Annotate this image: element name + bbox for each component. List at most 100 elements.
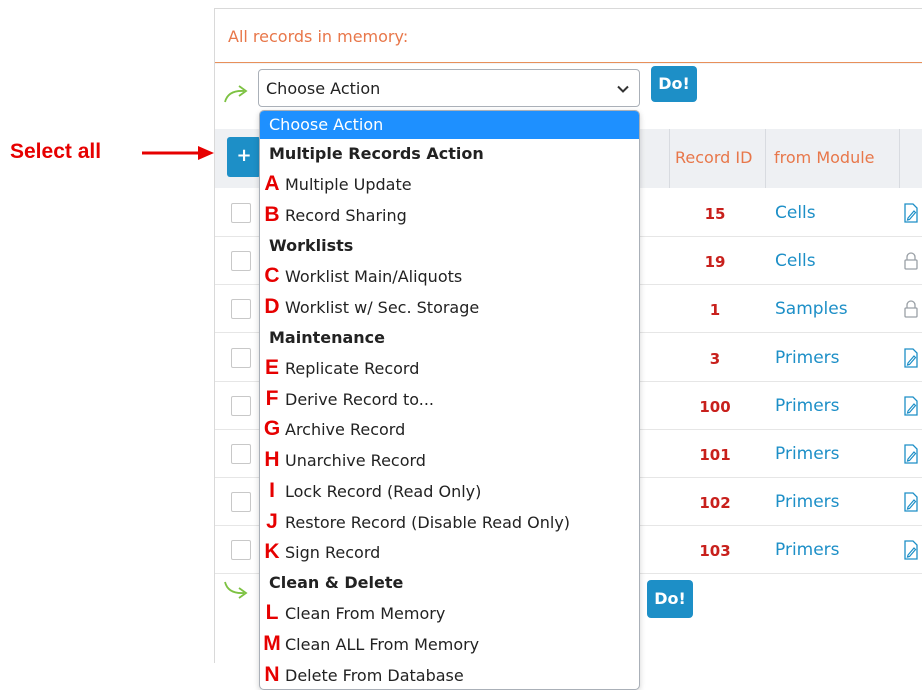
red-arrow-icon <box>142 146 214 160</box>
record-module[interactable]: Primers <box>775 444 840 464</box>
do-button-bottom[interactable]: Do! <box>647 580 693 618</box>
row-checkbox[interactable] <box>231 395 251 416</box>
row-checkbox[interactable] <box>231 251 251 272</box>
option-letter-marker: K <box>264 540 280 563</box>
option-letter-marker: L <box>265 601 279 624</box>
column-divider <box>899 129 900 188</box>
option-label: Unarchive Record <box>285 451 426 470</box>
option-letter-marker: D <box>264 295 280 318</box>
option-label: Multiple Update <box>285 175 412 194</box>
dropdown-option[interactable]: J Restore Record (Disable Read Only) <box>260 509 639 535</box>
option-letter-marker: J <box>266 510 278 533</box>
select-all-button[interactable]: + <box>227 137 261 177</box>
action-select[interactable]: Choose Action <box>258 69 640 107</box>
record-id[interactable]: 103 <box>685 542 745 560</box>
option-label: Clean & Delete <box>269 573 404 592</box>
column-divider <box>669 129 670 188</box>
record-module[interactable]: Primers <box>775 540 840 560</box>
curved-arrow-icon <box>224 85 248 103</box>
option-label: Multiple Records Action <box>269 144 484 163</box>
column-header-record-id[interactable]: Record ID <box>675 148 752 167</box>
record-module[interactable]: Cells <box>775 251 816 271</box>
dropdown-option[interactable]: G Archive Record <box>260 416 639 442</box>
option-label: Derive Record to... <box>285 390 434 409</box>
dropdown-option[interactable]: M Clean ALL From Memory <box>260 631 639 657</box>
option-label: Worklist w/ Sec. Storage <box>285 298 480 317</box>
row-checkbox[interactable] <box>231 540 251 561</box>
dropdown-group-label: Clean & Delete <box>260 569 639 595</box>
record-module[interactable]: Primers <box>775 396 840 416</box>
panel-title: All records in memory: <box>228 27 409 46</box>
dropdown-option[interactable]: K Sign Record <box>260 539 639 565</box>
dropdown-option[interactable]: C Worklist Main/Aliquots <box>260 263 639 289</box>
option-letter-marker: G <box>263 417 281 440</box>
option-letter-marker: F <box>265 387 279 410</box>
option-label: Replicate Record <box>285 359 420 378</box>
chevron-down-icon <box>617 85 629 93</box>
record-module[interactable]: Cells <box>775 203 816 223</box>
option-letter-marker: H <box>264 448 280 471</box>
edit-icon[interactable] <box>903 492 919 512</box>
option-letter-marker: E <box>264 356 279 379</box>
row-checkbox[interactable] <box>231 492 251 513</box>
do-button-top[interactable]: Do! <box>651 66 697 102</box>
panel-header: All records in memory: <box>215 9 922 63</box>
dropdown-option[interactable]: B Record Sharing <box>260 202 639 228</box>
record-id[interactable]: 1 <box>685 301 745 319</box>
action-dropdown-list: Choose Action Multiple Records Action A Mul… <box>259 110 640 690</box>
row-checkbox[interactable] <box>231 299 251 320</box>
dropdown-group-label: Worklists <box>260 232 639 258</box>
option-label: Lock Record (Read Only) <box>285 482 482 501</box>
action-select-value: Choose Action <box>266 79 381 98</box>
record-id[interactable]: 100 <box>685 398 745 416</box>
edit-icon[interactable] <box>903 396 919 416</box>
option-label: Clean ALL From Memory <box>285 635 480 654</box>
row-checkbox[interactable] <box>231 203 251 223</box>
dropdown-option[interactable]: D Worklist w/ Sec. Storage <box>260 294 639 320</box>
record-id[interactable]: 3 <box>685 350 745 368</box>
dropdown-group-label: Multiple Records Action <box>260 140 639 166</box>
row-checkbox[interactable] <box>231 444 251 464</box>
option-label: Worklist Main/Aliquots <box>285 267 463 286</box>
option-letter-marker: I <box>269 479 275 502</box>
row-checkbox[interactable] <box>231 347 251 368</box>
record-module[interactable]: Primers <box>775 492 840 512</box>
option-label: Archive Record <box>285 420 406 439</box>
option-label: Maintenance <box>269 328 386 347</box>
option-label: Record Sharing <box>285 206 407 225</box>
option-label: Sign Record <box>285 543 381 562</box>
record-id[interactable]: 19 <box>685 253 745 271</box>
option-label: Delete From Database <box>285 666 464 685</box>
record-id[interactable]: 101 <box>685 446 745 464</box>
edit-icon[interactable] <box>903 540 919 561</box>
edit-icon[interactable] <box>903 347 919 368</box>
option-label: Restore Record (Disable Read Only) <box>285 513 571 532</box>
dropdown-option[interactable]: I Lock Record (Read Only) <box>260 478 639 504</box>
record-id[interactable]: 102 <box>685 494 745 512</box>
option-label: Worklists <box>269 236 354 255</box>
column-header-module[interactable]: from Module <box>774 148 875 167</box>
lock-icon <box>904 252 918 270</box>
record-module[interactable]: Primers <box>775 348 840 368</box>
dropdown-option[interactable]: H Unarchive Record <box>260 447 639 473</box>
record-module[interactable]: Samples <box>775 299 848 319</box>
option-label: Clean From Memory <box>285 604 446 623</box>
option-letter-marker: A <box>264 172 280 195</box>
dropdown-option[interactable]: F Derive Record to... <box>260 386 639 412</box>
dropdown-option[interactable]: N Delete From Database <box>260 662 639 688</box>
curved-arrow-icon <box>224 581 248 599</box>
dropdown-option[interactable]: E Replicate Record <box>260 355 639 381</box>
record-id[interactable]: 15 <box>685 205 745 223</box>
column-divider <box>765 129 766 188</box>
lock-icon <box>904 300 918 319</box>
select-all-annotation: Select all <box>10 140 102 163</box>
dropdown-group-label: Maintenance <box>260 324 639 350</box>
dropdown-option[interactable]: L Clean From Memory <box>260 600 639 626</box>
dropdown-option[interactable]: A Multiple Update <box>260 171 639 197</box>
dropdown-option-selected[interactable]: Choose Action <box>260 111 639 139</box>
edit-icon[interactable] <box>903 203 919 223</box>
option-letter-marker: C <box>264 264 280 287</box>
option-letter-marker: N <box>264 663 280 686</box>
edit-icon[interactable] <box>903 444 919 464</box>
option-letter-marker: M <box>263 632 281 655</box>
